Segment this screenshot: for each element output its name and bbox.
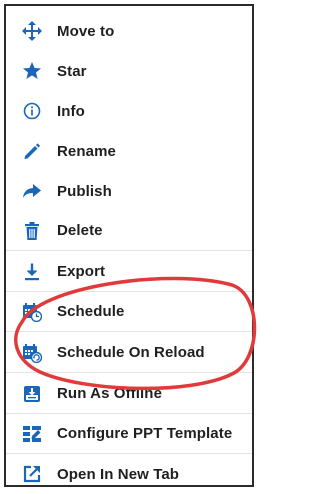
menu-item-label: Export <box>57 263 106 280</box>
menu-item-rename[interactable]: Rename <box>6 131 252 171</box>
menu-item-move-to[interactable]: Move to <box>6 11 252 51</box>
ppt-template-icon <box>21 423 43 445</box>
menu-item-star[interactable]: Star <box>6 51 252 91</box>
menu-item-export[interactable]: Export <box>6 252 252 292</box>
menu-item-label: Rename <box>57 142 116 160</box>
download-icon <box>21 261 43 283</box>
menu-item-info[interactable]: Info <box>6 91 252 131</box>
menu-item-label: Delete <box>57 222 103 239</box>
menu-item-label: Schedule On Reload <box>57 344 205 361</box>
external-link-icon <box>21 463 43 485</box>
menu-item-label: Info <box>57 102 85 120</box>
share-arrow-icon <box>21 180 43 202</box>
menu-item-configure-ppt-template[interactable]: Configure PPT Template <box>6 414 252 454</box>
pencil-icon <box>21 140 43 162</box>
menu-item-run-as-offline[interactable]: Run As Offline <box>6 374 252 414</box>
info-circle-icon <box>21 100 43 122</box>
menu-item-label: Run As Offline <box>57 385 163 402</box>
menu-item-label: Move to <box>57 22 115 40</box>
menu-item-label: Star <box>57 62 87 80</box>
menu-item-schedule-on-reload[interactable]: Schedule On Reload <box>6 333 252 373</box>
calendar-clock-icon <box>21 301 43 323</box>
menu-item-schedule[interactable]: Schedule <box>6 292 252 332</box>
menu-item-label: Open In New Tab <box>57 465 180 483</box>
offline-download-icon <box>21 383 43 405</box>
menu-item-delete[interactable]: Delete <box>6 211 252 251</box>
star-icon <box>21 60 43 82</box>
menu-item-label: Publish <box>57 182 112 200</box>
move-arrows-icon <box>21 20 43 42</box>
calendar-reload-icon <box>21 342 43 364</box>
context-menu: Move to Star Info Rename Publish Delete … <box>4 4 254 487</box>
menu-item-publish[interactable]: Publish <box>6 171 252 211</box>
menu-item-label: Configure PPT Template <box>57 425 233 442</box>
menu-item-open-in-new-tab[interactable]: Open In New Tab <box>6 454 252 494</box>
menu-item-label: Schedule <box>57 303 125 320</box>
trash-icon <box>21 220 43 242</box>
